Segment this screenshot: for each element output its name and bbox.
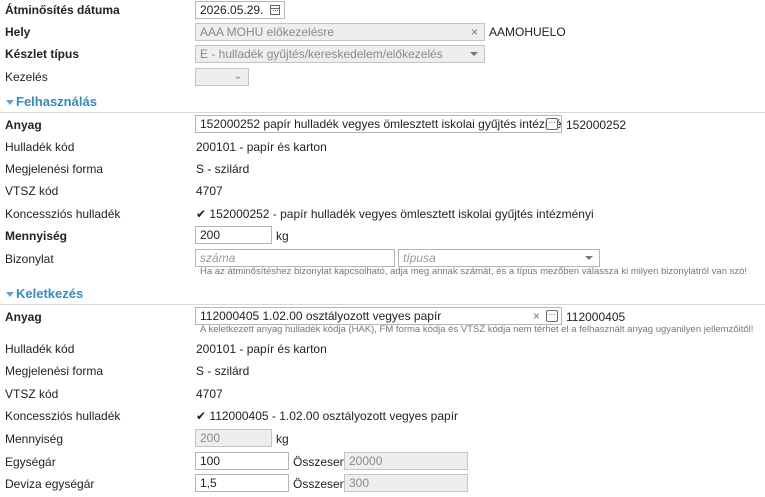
receipt-number-placeholder: száma — [200, 251, 236, 265]
ellipsis-icon[interactable]: ··· — [546, 310, 558, 322]
stock-type-select[interactable]: E - hulladék gyűjtés/kereskedelem/előkez… — [195, 45, 485, 63]
receipt-label: Bizonylat — [5, 252, 54, 266]
unit-total-value: 20000 — [349, 454, 383, 468]
usage-concession-row: ✔ 152000252 - papír hulladék vegyes ömle… — [196, 206, 594, 222]
origin-vtsz-label: VTSZ kód — [5, 387, 59, 401]
origin-waste-code-label: Hulladék kód — [5, 342, 75, 356]
receipt-type-placeholder: típusa — [403, 251, 436, 265]
collapse-triangle-icon[interactable] — [6, 292, 14, 297]
place-value: AAA MOHU előkezelésre — [200, 25, 335, 39]
origin-concession-value: 112000405 - 1.02.00 osztályozott vegyes … — [209, 409, 459, 423]
fx-price-label: Deviza egységár — [5, 477, 95, 491]
usage-vtsz-value: 4707 — [196, 184, 223, 198]
origin-material-label: Anyag — [5, 310, 42, 324]
usage-appearance-label: Megjelenési forma — [5, 162, 104, 176]
usage-quantity-value: 200 — [200, 228, 221, 242]
unit-price-value: 100 — [200, 454, 221, 468]
dropdown-caret-icon — [470, 52, 478, 56]
usage-quantity-input[interactable]: 200 — [195, 226, 272, 244]
date-label: Átminősítés dátuma — [5, 3, 120, 17]
origin-waste-code-value: 200101 - papír és karton — [196, 342, 327, 356]
clear-icon[interactable]: × — [533, 308, 540, 324]
collapse-triangle-icon[interactable] — [6, 100, 14, 105]
origin-appearance-value: S - szilárd — [196, 364, 250, 378]
usage-appearance-value: S - szilárd — [196, 162, 250, 176]
check-icon: ✔ — [196, 207, 207, 221]
usage-waste-code-value: 200101 - papír és karton — [196, 140, 327, 154]
origin-concession-label: Koncessziós hulladék — [5, 409, 121, 423]
unit-price-label: Egységár — [5, 455, 56, 469]
usage-concession-label: Koncessziós hulladék — [5, 207, 121, 221]
origin-quantity-input: 200 — [195, 429, 272, 447]
section-usage-title: Felhasználás — [16, 94, 97, 109]
place-code: AAMOHUELO — [489, 25, 566, 39]
clear-icon[interactable]: × — [471, 24, 478, 40]
origin-concession-row: ✔ 112000405 - 1.02.00 osztályozott vegye… — [196, 408, 458, 424]
chevron-down-icon: ⌄ — [233, 71, 242, 82]
place-label: Hely — [5, 25, 31, 39]
fx-total-label: Összesen — [293, 477, 347, 491]
origin-material-input[interactable]: 112000405 1.02.00 osztályozott vegyes pa… — [195, 307, 562, 325]
origin-quantity-label: Mennyiség — [5, 432, 64, 446]
handling-label: Kezelés — [5, 70, 48, 84]
unit-total-label: Összesen — [293, 455, 347, 469]
origin-material-code: 112000405 — [566, 310, 626, 324]
place-select[interactable]: AAA MOHU előkezelésre × — [195, 23, 485, 41]
usage-material-input[interactable]: 152000252 papír hulladék vegyes ömleszte… — [195, 115, 562, 133]
section-origin-header[interactable]: Keletkezés — [0, 284, 765, 305]
usage-quantity-unit: kg — [276, 229, 289, 243]
origin-quantity-value: 200 — [200, 431, 221, 445]
origin-vtsz-value: 4707 — [196, 387, 223, 401]
usage-vtsz-label: VTSZ kód — [5, 184, 59, 198]
usage-material-code: 152000252 — [566, 118, 627, 132]
usage-waste-code-label: Hulladék kód — [5, 140, 75, 154]
stock-type-label: Készlet típus — [5, 47, 80, 61]
handling-select[interactable]: ⌄ — [195, 68, 249, 86]
usage-concession-value: 152000252 - papír hulladék vegyes ömlesz… — [209, 207, 594, 221]
origin-quantity-unit: kg — [276, 432, 289, 446]
date-value: 2026.05.29. — [200, 3, 264, 17]
origin-material-hint: A keletkezett anyag hulladék kódja (HAK)… — [200, 324, 754, 335]
usage-quantity-label: Mennyiség — [5, 229, 68, 243]
section-origin-title: Keletkezés — [16, 286, 84, 301]
usage-material-value: 152000252 papír hulladék vegyes ömleszte… — [200, 117, 562, 131]
receipt-type-select[interactable]: típusa — [398, 249, 600, 267]
fx-price-value: 1,5 — [200, 476, 217, 490]
date-input[interactable]: 2026.05.29. — [195, 1, 285, 19]
calendar-icon[interactable] — [270, 5, 280, 15]
receipt-hint: Ha az átminősítéshez bizonylat kapcsolha… — [200, 266, 748, 277]
receipt-number-input[interactable]: száma — [195, 249, 395, 267]
ellipsis-icon[interactable]: ··· — [546, 118, 558, 130]
section-usage-header[interactable]: Felhasználás — [0, 92, 765, 113]
stock-type-value: E - hulladék gyűjtés/kereskedelem/előkez… — [200, 47, 443, 61]
fx-total-value: 300 — [349, 476, 370, 490]
unit-price-input[interactable]: 100 — [195, 452, 289, 470]
dropdown-caret-icon — [585, 256, 593, 260]
check-icon: ✔ — [196, 409, 207, 423]
unit-total-input: 20000 — [344, 452, 468, 470]
usage-material-label: Anyag — [5, 118, 42, 132]
fx-price-input[interactable]: 1,5 — [195, 474, 289, 492]
origin-appearance-label: Megjelenési forma — [5, 364, 104, 378]
fx-total-input: 300 — [344, 474, 468, 492]
origin-material-value: 112000405 1.02.00 osztályozott vegyes pa… — [200, 309, 442, 323]
